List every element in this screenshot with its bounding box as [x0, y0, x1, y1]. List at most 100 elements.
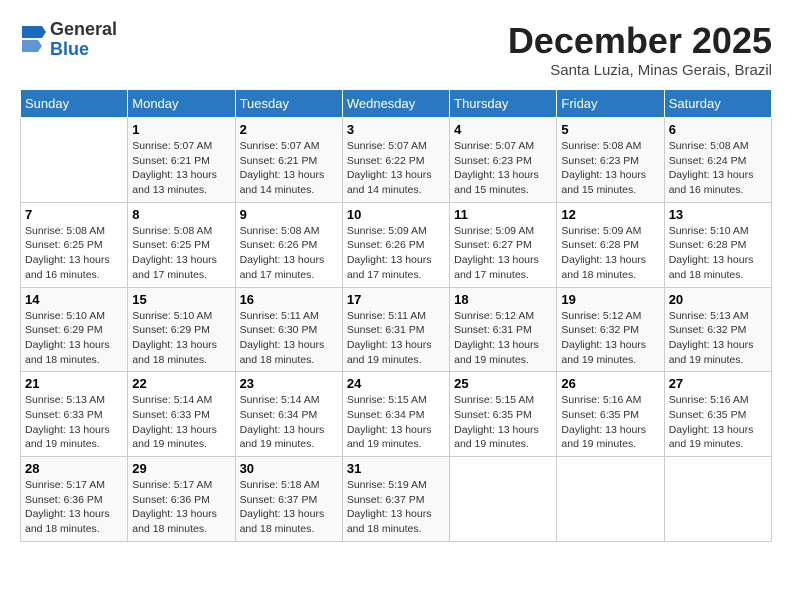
day-number: 14	[25, 292, 123, 307]
logo-text: General Blue	[50, 20, 117, 60]
day-info: Sunrise: 5:07 AMSunset: 6:21 PMDaylight:…	[132, 140, 217, 196]
day-cell: 27 Sunrise: 5:16 AMSunset: 6:35 PMDaylig…	[664, 372, 771, 457]
day-cell: 1 Sunrise: 5:07 AMSunset: 6:21 PMDayligh…	[128, 118, 235, 203]
day-info: Sunrise: 5:08 AMSunset: 6:24 PMDaylight:…	[669, 140, 754, 196]
day-info: Sunrise: 5:16 AMSunset: 6:35 PMDaylight:…	[561, 394, 646, 450]
day-cell: 18 Sunrise: 5:12 AMSunset: 6:31 PMDaylig…	[450, 287, 557, 372]
day-number: 16	[240, 292, 338, 307]
week-row: 21 Sunrise: 5:13 AMSunset: 6:33 PMDaylig…	[21, 372, 772, 457]
logo-icon	[22, 26, 46, 54]
day-cell	[450, 457, 557, 542]
day-number: 21	[25, 376, 123, 391]
week-row: 14 Sunrise: 5:10 AMSunset: 6:29 PMDaylig…	[21, 287, 772, 372]
day-cell: 23 Sunrise: 5:14 AMSunset: 6:34 PMDaylig…	[235, 372, 342, 457]
day-number: 6	[669, 122, 767, 137]
day-cell: 21 Sunrise: 5:13 AMSunset: 6:33 PMDaylig…	[21, 372, 128, 457]
column-header-saturday: Saturday	[664, 90, 771, 118]
day-number: 15	[132, 292, 230, 307]
day-cell: 31 Sunrise: 5:19 AMSunset: 6:37 PMDaylig…	[342, 457, 449, 542]
day-cell: 26 Sunrise: 5:16 AMSunset: 6:35 PMDaylig…	[557, 372, 664, 457]
day-cell: 4 Sunrise: 5:07 AMSunset: 6:23 PMDayligh…	[450, 118, 557, 203]
day-cell	[557, 457, 664, 542]
page-header: General Blue December 2025 Santa Luzia, …	[20, 20, 772, 79]
day-number: 4	[454, 122, 552, 137]
day-cell: 6 Sunrise: 5:08 AMSunset: 6:24 PMDayligh…	[664, 118, 771, 203]
day-info: Sunrise: 5:11 AMSunset: 6:30 PMDaylight:…	[240, 310, 325, 366]
day-cell: 8 Sunrise: 5:08 AMSunset: 6:25 PMDayligh…	[128, 202, 235, 287]
month-title: December 2025	[508, 20, 772, 62]
week-row: 28 Sunrise: 5:17 AMSunset: 6:36 PMDaylig…	[21, 457, 772, 542]
day-info: Sunrise: 5:09 AMSunset: 6:28 PMDaylight:…	[561, 225, 646, 281]
day-cell: 16 Sunrise: 5:11 AMSunset: 6:30 PMDaylig…	[235, 287, 342, 372]
location-title: Santa Luzia, Minas Gerais, Brazil	[508, 62, 772, 79]
column-header-monday: Monday	[128, 90, 235, 118]
day-number: 1	[132, 122, 230, 137]
day-number: 18	[454, 292, 552, 307]
day-cell: 3 Sunrise: 5:07 AMSunset: 6:22 PMDayligh…	[342, 118, 449, 203]
day-cell	[21, 118, 128, 203]
day-number: 20	[669, 292, 767, 307]
day-info: Sunrise: 5:14 AMSunset: 6:34 PMDaylight:…	[240, 394, 325, 450]
day-info: Sunrise: 5:08 AMSunset: 6:26 PMDaylight:…	[240, 225, 325, 281]
day-cell: 9 Sunrise: 5:08 AMSunset: 6:26 PMDayligh…	[235, 202, 342, 287]
day-cell: 25 Sunrise: 5:15 AMSunset: 6:35 PMDaylig…	[450, 372, 557, 457]
day-info: Sunrise: 5:15 AMSunset: 6:35 PMDaylight:…	[454, 394, 539, 450]
day-info: Sunrise: 5:14 AMSunset: 6:33 PMDaylight:…	[132, 394, 217, 450]
day-cell: 22 Sunrise: 5:14 AMSunset: 6:33 PMDaylig…	[128, 372, 235, 457]
day-number: 19	[561, 292, 659, 307]
day-number: 13	[669, 207, 767, 222]
day-cell: 28 Sunrise: 5:17 AMSunset: 6:36 PMDaylig…	[21, 457, 128, 542]
day-info: Sunrise: 5:13 AMSunset: 6:32 PMDaylight:…	[669, 310, 754, 366]
column-header-friday: Friday	[557, 90, 664, 118]
week-row: 1 Sunrise: 5:07 AMSunset: 6:21 PMDayligh…	[21, 118, 772, 203]
day-number: 24	[347, 376, 445, 391]
day-cell: 17 Sunrise: 5:11 AMSunset: 6:31 PMDaylig…	[342, 287, 449, 372]
day-info: Sunrise: 5:10 AMSunset: 6:28 PMDaylight:…	[669, 225, 754, 281]
column-header-thursday: Thursday	[450, 90, 557, 118]
day-number: 2	[240, 122, 338, 137]
day-number: 9	[240, 207, 338, 222]
day-info: Sunrise: 5:08 AMSunset: 6:23 PMDaylight:…	[561, 140, 646, 196]
day-info: Sunrise: 5:15 AMSunset: 6:34 PMDaylight:…	[347, 394, 432, 450]
day-cell: 14 Sunrise: 5:10 AMSunset: 6:29 PMDaylig…	[21, 287, 128, 372]
day-cell: 20 Sunrise: 5:13 AMSunset: 6:32 PMDaylig…	[664, 287, 771, 372]
day-number: 3	[347, 122, 445, 137]
day-number: 30	[240, 461, 338, 476]
day-info: Sunrise: 5:17 AMSunset: 6:36 PMDaylight:…	[132, 479, 217, 535]
day-cell: 30 Sunrise: 5:18 AMSunset: 6:37 PMDaylig…	[235, 457, 342, 542]
day-number: 12	[561, 207, 659, 222]
day-number: 10	[347, 207, 445, 222]
day-cell: 12 Sunrise: 5:09 AMSunset: 6:28 PMDaylig…	[557, 202, 664, 287]
day-number: 17	[347, 292, 445, 307]
day-info: Sunrise: 5:07 AMSunset: 6:21 PMDaylight:…	[240, 140, 325, 196]
day-cell: 15 Sunrise: 5:10 AMSunset: 6:29 PMDaylig…	[128, 287, 235, 372]
day-info: Sunrise: 5:07 AMSunset: 6:23 PMDaylight:…	[454, 140, 539, 196]
logo: General Blue	[20, 20, 117, 60]
column-header-tuesday: Tuesday	[235, 90, 342, 118]
day-cell	[664, 457, 771, 542]
day-info: Sunrise: 5:18 AMSunset: 6:37 PMDaylight:…	[240, 479, 325, 535]
day-info: Sunrise: 5:11 AMSunset: 6:31 PMDaylight:…	[347, 310, 432, 366]
day-number: 25	[454, 376, 552, 391]
column-header-wednesday: Wednesday	[342, 90, 449, 118]
day-number: 5	[561, 122, 659, 137]
day-number: 26	[561, 376, 659, 391]
day-info: Sunrise: 5:07 AMSunset: 6:22 PMDaylight:…	[347, 140, 432, 196]
day-cell: 5 Sunrise: 5:08 AMSunset: 6:23 PMDayligh…	[557, 118, 664, 203]
day-info: Sunrise: 5:13 AMSunset: 6:33 PMDaylight:…	[25, 394, 110, 450]
day-info: Sunrise: 5:17 AMSunset: 6:36 PMDaylight:…	[25, 479, 110, 535]
day-number: 28	[25, 461, 123, 476]
day-cell: 24 Sunrise: 5:15 AMSunset: 6:34 PMDaylig…	[342, 372, 449, 457]
title-block: December 2025 Santa Luzia, Minas Gerais,…	[508, 20, 772, 79]
day-info: Sunrise: 5:16 AMSunset: 6:35 PMDaylight:…	[669, 394, 754, 450]
day-cell: 13 Sunrise: 5:10 AMSunset: 6:28 PMDaylig…	[664, 202, 771, 287]
day-info: Sunrise: 5:19 AMSunset: 6:37 PMDaylight:…	[347, 479, 432, 535]
day-info: Sunrise: 5:10 AMSunset: 6:29 PMDaylight:…	[25, 310, 110, 366]
day-info: Sunrise: 5:08 AMSunset: 6:25 PMDaylight:…	[25, 225, 110, 281]
day-info: Sunrise: 5:10 AMSunset: 6:29 PMDaylight:…	[132, 310, 217, 366]
day-info: Sunrise: 5:12 AMSunset: 6:31 PMDaylight:…	[454, 310, 539, 366]
week-row: 7 Sunrise: 5:08 AMSunset: 6:25 PMDayligh…	[21, 202, 772, 287]
day-number: 22	[132, 376, 230, 391]
day-cell: 7 Sunrise: 5:08 AMSunset: 6:25 PMDayligh…	[21, 202, 128, 287]
day-cell: 11 Sunrise: 5:09 AMSunset: 6:27 PMDaylig…	[450, 202, 557, 287]
